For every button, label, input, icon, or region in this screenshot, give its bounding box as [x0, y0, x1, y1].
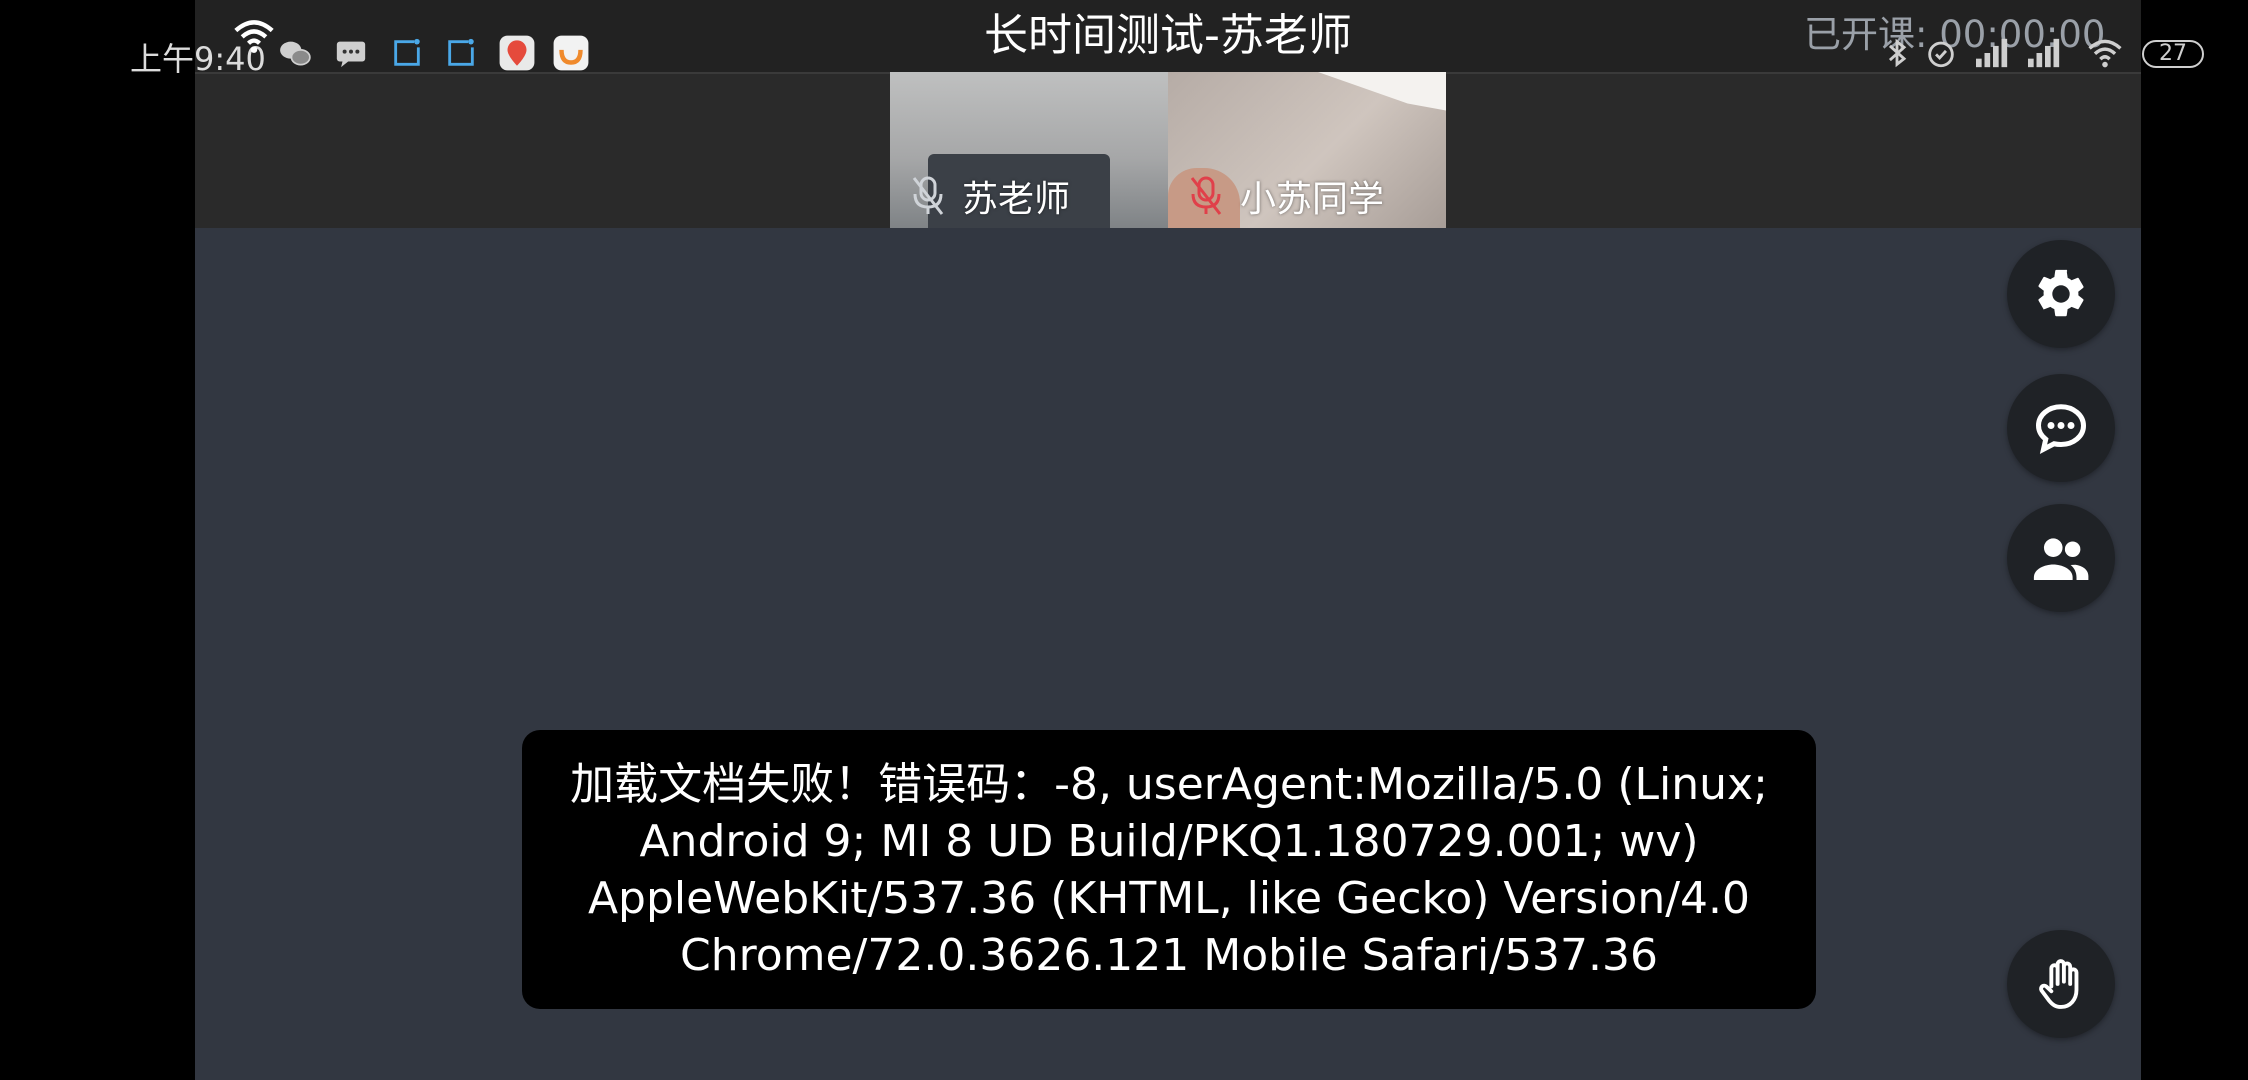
title-bar: 长时间测试-苏老师 已开课: 00:00:00	[195, 0, 2141, 74]
class-timer: 已开课: 00:00:00	[1804, 12, 2105, 58]
video-tile-label: 小苏同学	[1168, 164, 1446, 228]
battery-icon: 27	[2142, 40, 2204, 68]
timer-label: 已开课:	[1804, 13, 1928, 56]
people-icon	[2033, 538, 2089, 580]
classroom-app: 长时间测试-苏老师 已开课: 00:00:00 苏老师 小苏同学 加载文档失败！…	[195, 0, 2141, 1080]
chat-button[interactable]	[2007, 374, 2115, 482]
mic-muted-icon	[1190, 176, 1222, 215]
participant-name: 苏老师	[962, 179, 1071, 220]
settings-button[interactable]	[2007, 240, 2115, 348]
error-toast: 加载文档失败！错误码：-8, userAgent:Mozilla/5.0 (Li…	[522, 730, 1816, 1009]
gear-icon	[2038, 269, 2084, 317]
participant-name: 小苏同学	[1240, 179, 1385, 220]
raise-hand-button[interactable]	[2007, 930, 2115, 1038]
chat-bubble-icon	[2035, 404, 2087, 454]
video-tile-student[interactable]: 小苏同学	[1168, 72, 1446, 228]
hand-icon	[2039, 959, 2079, 1009]
video-tile-teacher[interactable]: 苏老师	[890, 72, 1168, 228]
mic-muted-icon	[912, 176, 944, 215]
timer-value: 00:00:00	[1939, 13, 2106, 56]
members-button[interactable]	[2007, 504, 2115, 612]
error-message: 加载文档失败！错误码：-8, userAgent:Mozilla/5.0 (Li…	[570, 758, 1768, 981]
video-tile-label: 苏老师	[890, 164, 1168, 228]
video-frame	[1318, 72, 1446, 111]
